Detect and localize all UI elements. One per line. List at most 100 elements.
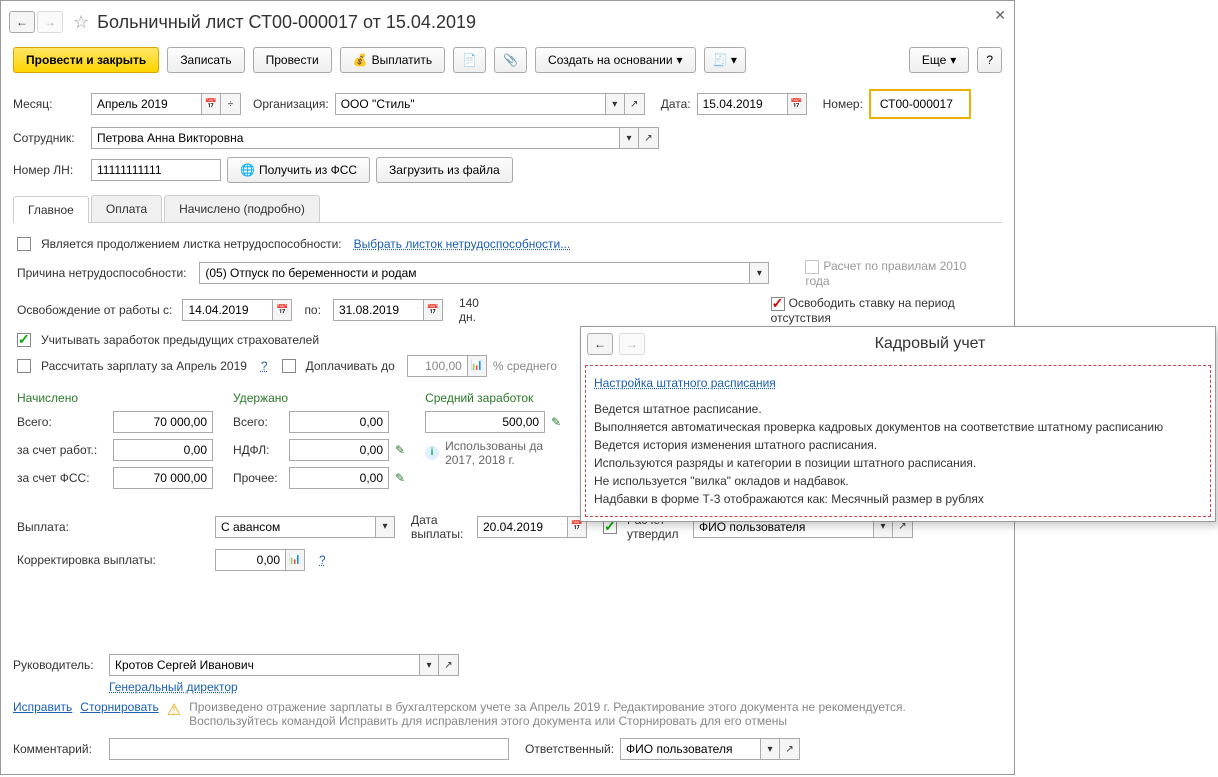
avg-header: Средний заработок <box>425 391 561 405</box>
calendar-icon[interactable]: 📅 <box>272 299 292 321</box>
help-link[interactable]: ? <box>319 553 326 567</box>
get-fss-button[interactable]: 🌐Получить из ФСС <box>227 157 370 183</box>
tab-pay[interactable]: Оплата <box>91 195 162 222</box>
dropdown-icon[interactable]: ▾ <box>375 516 395 538</box>
date-input[interactable] <box>697 93 787 115</box>
comment-input[interactable] <box>109 738 509 760</box>
emp-label: Сотрудник: <box>13 131 85 145</box>
pay-extra-input <box>407 355 467 377</box>
edit-icon[interactable]: ✎ <box>395 443 405 457</box>
favorite-icon[interactable]: ☆ <box>73 12 89 33</box>
free-rate-checkbox[interactable] <box>771 297 785 311</box>
tab-calc[interactable]: Начислено (подробно) <box>164 195 320 222</box>
help-button[interactable]: ? <box>977 47 1002 73</box>
help-link[interactable]: ? <box>261 359 268 373</box>
popup-line-2: Выполняется автоматическая проверка кадр… <box>594 418 1202 436</box>
pay-button[interactable]: 💰Выплатить <box>340 47 445 73</box>
dropdown-icon[interactable]: ▾ <box>419 654 439 676</box>
calc-icon[interactable]: 📊 <box>285 549 305 571</box>
from-date-input[interactable] <box>182 299 272 321</box>
pay-extra-checkbox[interactable] <box>282 359 296 373</box>
pay-date-label: Дата выплаты: <box>411 513 471 541</box>
load-file-button[interactable]: Загрузить из файла <box>376 157 513 183</box>
prev-emp-label: Учитывать заработок предыдущих страховат… <box>41 333 319 347</box>
to-date-input[interactable] <box>333 299 423 321</box>
close-icon[interactable]: ✕ <box>994 7 1006 24</box>
stepper-icon[interactable]: ÷ <box>221 93 241 115</box>
globe-icon: 🌐 <box>240 163 255 177</box>
staff-schedule-link[interactable]: Настройка штатного расписания <box>594 376 776 390</box>
resp-input[interactable] <box>620 738 760 760</box>
resp-label: Ответственный: <box>525 742 614 756</box>
withheld-header: Удержано <box>233 391 405 405</box>
tab-main[interactable]: Главное <box>13 196 89 223</box>
calendar-icon[interactable]: 📅 <box>787 93 807 115</box>
calc-salary-checkbox[interactable] <box>17 359 31 373</box>
ln-label: Номер ЛН: <box>13 163 85 177</box>
continuation-checkbox[interactable] <box>17 237 31 251</box>
payment-input[interactable] <box>215 516 375 538</box>
ndfl-input[interactable] <box>289 439 389 461</box>
number-input[interactable] <box>875 93 965 115</box>
corr-input[interactable] <box>215 549 285 571</box>
list-icon-button[interactable]: 📄 <box>453 47 486 73</box>
post-button[interactable]: Провести <box>253 47 332 73</box>
calc2010-label: Расчет по правилам 2010 года <box>805 259 966 288</box>
popup-window: ← → Кадровый учет Настройка штатного рас… <box>580 326 1216 522</box>
edit-icon[interactable]: ✎ <box>551 415 561 429</box>
info-icon[interactable]: i <box>425 446 439 460</box>
create-based-button[interactable]: Создать на основании ▾ <box>535 47 696 73</box>
report-icon-button[interactable]: 🧾 ▾ <box>704 47 746 73</box>
prev-emp-checkbox[interactable] <box>17 333 31 347</box>
post-close-button[interactable]: Провести и закрыть <box>13 47 159 73</box>
pay-date-input[interactable] <box>477 516 567 538</box>
popup-line-3: Ведется история изменения штатного распи… <box>594 436 1202 454</box>
fix-link[interactable]: Исправить <box>13 700 72 714</box>
nav-fwd-button[interactable]: → <box>37 11 63 33</box>
by-emp-input[interactable] <box>113 439 213 461</box>
to-label: по: <box>304 303 321 317</box>
accrued-header: Начислено <box>17 391 213 405</box>
popup-fwd-button[interactable]: → <box>619 333 645 355</box>
select-sheet-link[interactable]: Выбрать листок нетрудоспособности... <box>354 237 571 251</box>
withheld-total-input[interactable] <box>289 411 389 433</box>
warning-icon: ⚠ <box>167 700 181 720</box>
other-label: Прочее: <box>233 471 283 485</box>
mgr-pos-link[interactable]: Генеральный директор <box>109 680 238 694</box>
open-icon[interactable]: ↗ <box>780 738 800 760</box>
emp-input[interactable] <box>91 127 619 149</box>
popup-line-4: Используются разряды и категории в позиц… <box>594 454 1202 472</box>
percent-avg-label: % среднего <box>493 359 557 373</box>
used-years-label: 2017, 2018 г. <box>445 453 515 467</box>
org-label: Организация: <box>253 97 329 111</box>
open-icon[interactable]: ↗ <box>639 127 659 149</box>
avg-input[interactable] <box>425 411 545 433</box>
popup-back-button[interactable]: ← <box>587 333 613 355</box>
dropdown-icon[interactable]: ▾ <box>619 127 639 149</box>
payment-label: Выплата: <box>17 520 89 534</box>
other-input[interactable] <box>289 467 389 489</box>
open-icon[interactable]: ↗ <box>625 93 645 115</box>
calendar-icon[interactable]: 📅 <box>201 93 221 115</box>
nav-back-button[interactable]: ← <box>9 11 35 33</box>
open-icon[interactable]: ↗ <box>439 654 459 676</box>
by-fss-input[interactable] <box>113 467 213 489</box>
org-input[interactable] <box>335 93 605 115</box>
edit-icon[interactable]: ✎ <box>395 471 405 485</box>
dropdown-icon[interactable]: ▾ <box>749 262 769 284</box>
accrued-total-input[interactable] <box>113 411 213 433</box>
warn-text-1: Произведено отражение зарплаты в бухгалт… <box>189 700 906 714</box>
used-data-label: Использованы да <box>445 439 543 453</box>
more-button[interactable]: Еще ▾ <box>909 47 969 73</box>
reason-input[interactable] <box>199 262 749 284</box>
storno-link[interactable]: Сторнировать <box>80 700 158 714</box>
month-input[interactable] <box>91 93 201 115</box>
ln-input[interactable] <box>91 159 221 181</box>
write-button[interactable]: Записать <box>167 47 244 73</box>
ndfl-label: НДФЛ: <box>233 443 283 457</box>
calendar-icon[interactable]: 📅 <box>423 299 443 321</box>
dropdown-icon[interactable]: ▾ <box>760 738 780 760</box>
attach-icon-button[interactable]: 📎 <box>494 47 527 73</box>
mgr-input[interactable] <box>109 654 419 676</box>
dropdown-icon[interactable]: ▾ <box>605 93 625 115</box>
